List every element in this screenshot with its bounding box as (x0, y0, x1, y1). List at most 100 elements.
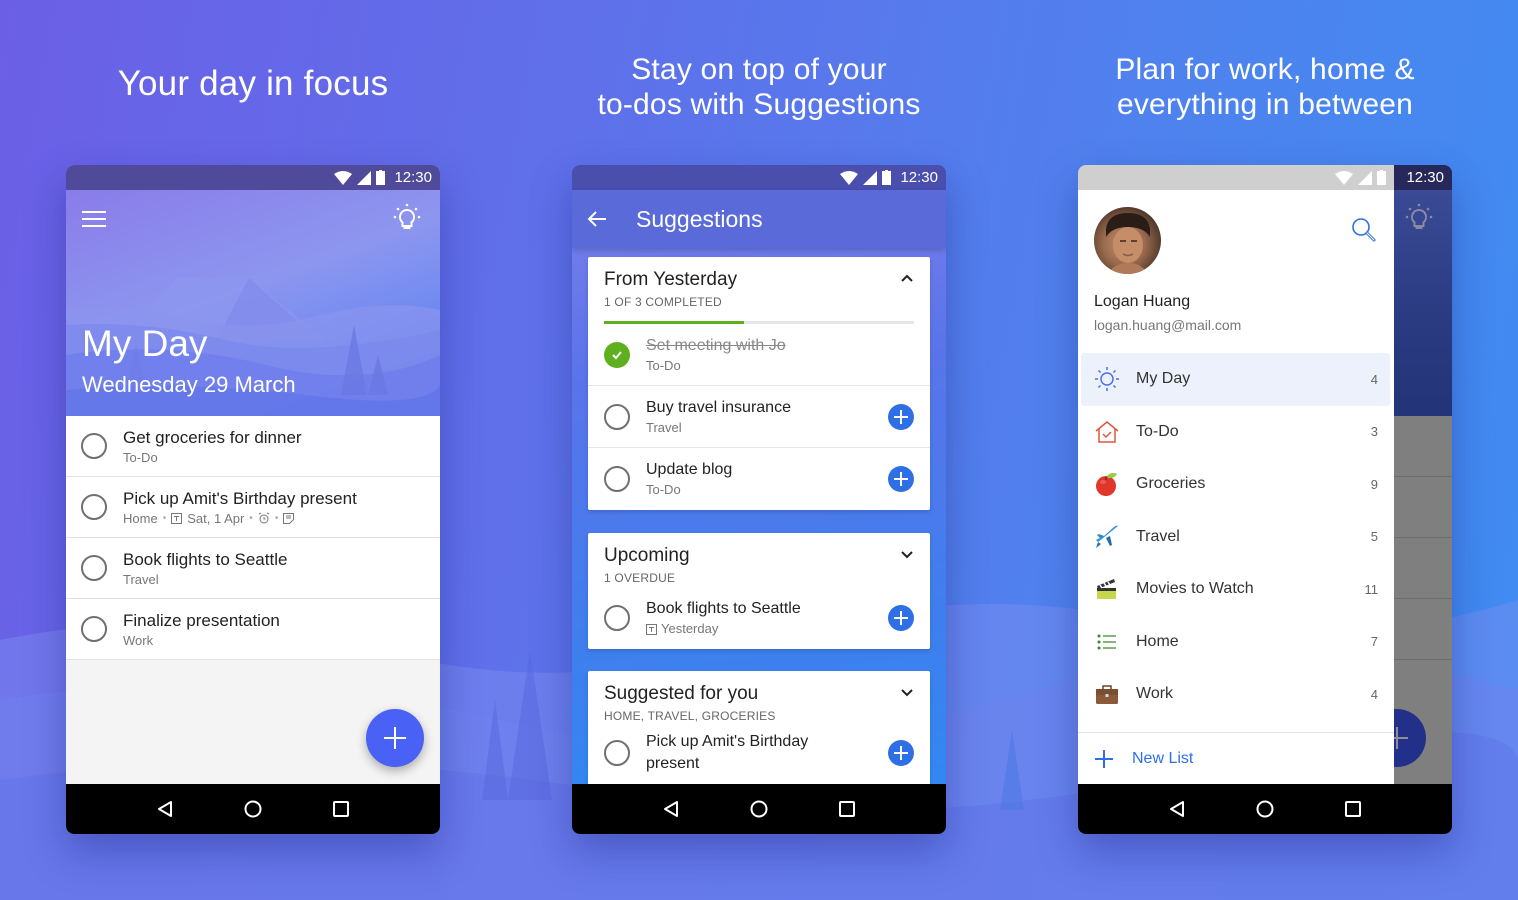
android-nav-bar (572, 784, 946, 834)
task-checkbox[interactable] (604, 605, 630, 631)
list-label: Home (1136, 632, 1179, 650)
suggestion-list-name: To-Do (646, 357, 681, 373)
nav-back-button[interactable] (656, 794, 686, 824)
user-avatar[interactable] (1094, 207, 1161, 274)
task-title: Finalize presentation (123, 610, 280, 630)
headline-right-line1: Plan for work, home & (1115, 53, 1415, 86)
list-count: 4 (1370, 371, 1378, 387)
task-row[interactable]: Get groceries for dinner To-Do (66, 416, 440, 477)
list-item-work[interactable]: Work 4 (1078, 668, 1394, 721)
headline-right: Plan for work, home & everything in betw… (1078, 52, 1452, 122)
list-label: My Day (1136, 370, 1191, 388)
separator-dot: • (274, 512, 279, 524)
task-checkbox[interactable] (604, 466, 630, 492)
alarm-icon (258, 512, 270, 524)
headline-right-line2: everything in between (1116, 88, 1414, 121)
suggestion-row[interactable]: Set meeting with Jo To-Do (588, 324, 930, 386)
suggestion-row[interactable]: Update blog To-Do (588, 448, 930, 510)
suggestion-row[interactable]: Book flights to Seattle Yesterday (588, 587, 930, 649)
chevron-up-icon[interactable] (900, 271, 914, 285)
status-time-area: 12:30 (1394, 165, 1452, 190)
task-checkbox[interactable] (81, 616, 107, 642)
suggestion-row[interactable]: Buy travel insurance Travel (588, 386, 930, 448)
home-circle-icon (244, 800, 262, 818)
list-item-my-day[interactable]: My Day 4 (1081, 353, 1390, 406)
list-count: 3 (1370, 424, 1378, 440)
section-subtitle: HOME, TRAVEL, GROCERIES (604, 709, 776, 723)
headline-center-line2: to-dos with Suggestions (597, 88, 921, 121)
nav-home-button[interactable] (238, 794, 268, 824)
user-email: logan.huang@mail.com (1094, 317, 1242, 333)
add-to-my-day-button[interactable] (888, 740, 914, 766)
search-button[interactable] (1350, 216, 1378, 244)
chevron-down-icon[interactable] (900, 685, 914, 699)
nav-back-button[interactable] (1162, 794, 1192, 824)
hamburger-icon (82, 211, 106, 227)
clapperboard-icon (1097, 579, 1116, 600)
user-name: Logan Huang (1094, 293, 1191, 310)
calendar-icon (646, 623, 657, 635)
section-header[interactable]: From Yesterday 1 OF 3 COMPLETED (588, 257, 930, 309)
add-task-button[interactable] (366, 709, 424, 767)
section-title: Suggested for you (604, 683, 759, 704)
chevron-down-icon[interactable] (900, 547, 914, 561)
battery-icon (1377, 170, 1386, 185)
section-header[interactable]: Suggested for you HOME, TRAVEL, GROCERIE… (588, 671, 930, 723)
list-item-movies-to-watch[interactable]: Movies to Watch 11 (1078, 563, 1394, 616)
nav-home-button[interactable] (1250, 794, 1280, 824)
lightbulb-icon (393, 203, 421, 229)
recents-square-icon (333, 801, 349, 817)
completed-checkbox[interactable] (604, 341, 630, 368)
suggestion-title-line2: present (646, 755, 700, 772)
page-title: My Day (82, 323, 208, 364)
back-triangle-icon (664, 801, 678, 817)
wifi-icon (1335, 170, 1353, 185)
status-time: 12:30 (394, 169, 432, 186)
nav-recents-button[interactable] (832, 794, 862, 824)
list-item-to-do[interactable]: To-Do 3 (1078, 406, 1394, 459)
section-subtitle: 1 OVERDUE (604, 571, 676, 585)
suggestion-row[interactable]: Pick up Amit's Birthday present (588, 723, 930, 783)
back-button[interactable] (586, 208, 608, 230)
list-item-groceries[interactable]: Groceries 9 (1078, 458, 1394, 511)
task-checkbox[interactable] (81, 433, 107, 459)
nav-recents-button[interactable] (326, 794, 356, 824)
task-checkbox[interactable] (604, 403, 630, 430)
task-checkbox[interactable] (81, 555, 107, 581)
arrow-left-icon (587, 211, 606, 227)
search-icon (1352, 218, 1376, 242)
task-checkbox[interactable] (604, 740, 630, 766)
suggestion-section-upcoming: Upcoming 1 OVERDUE Book flights to Seatt… (588, 533, 930, 649)
list-label: Groceries (1136, 475, 1206, 493)
add-to-my-day-button[interactable] (888, 605, 914, 631)
nav-back-button[interactable] (150, 794, 180, 824)
headline-center: Stay on top of your to-dos with Suggesti… (572, 52, 946, 122)
task-row[interactable]: Finalize presentation Work (66, 599, 440, 660)
back-triangle-icon (1170, 801, 1184, 817)
task-row[interactable]: Book flights to Seattle Travel (66, 538, 440, 599)
add-to-my-day-button[interactable] (888, 466, 914, 492)
nav-home-button[interactable] (744, 794, 774, 824)
suggestion-title: Book flights to Seattle (646, 600, 801, 617)
wifi-icon (840, 170, 859, 185)
section-header[interactable]: Upcoming 1 OVERDUE (588, 533, 930, 585)
list-item-home[interactable]: Home 7 (1078, 616, 1394, 669)
menu-button[interactable] (82, 208, 108, 230)
task-title: Book flights to Seattle (123, 549, 288, 569)
section-title: From Yesterday (604, 269, 738, 290)
list-item-travel[interactable]: Travel 5 (1078, 511, 1394, 564)
task-checkbox[interactable] (81, 494, 107, 520)
new-list-button[interactable]: New List (1078, 732, 1394, 784)
plus-icon (384, 727, 406, 749)
list-menu: My Day 4 To-Do 3 Groceries 9 Travel 5 Mo… (1078, 353, 1394, 721)
suggestions-button[interactable] (392, 202, 422, 234)
section-subtitle: 1 OF 3 COMPLETED (604, 295, 722, 309)
add-to-my-day-button[interactable] (888, 403, 914, 430)
sun-icon (1095, 367, 1119, 392)
nav-recents-button[interactable] (1338, 794, 1368, 824)
task-row[interactable]: Pick up Amit's Birthday present Home • S… (66, 477, 440, 538)
list-label: Travel (1136, 527, 1180, 545)
android-nav-bar (66, 784, 440, 834)
plus-icon (894, 409, 908, 424)
checkmark-icon (612, 350, 622, 359)
